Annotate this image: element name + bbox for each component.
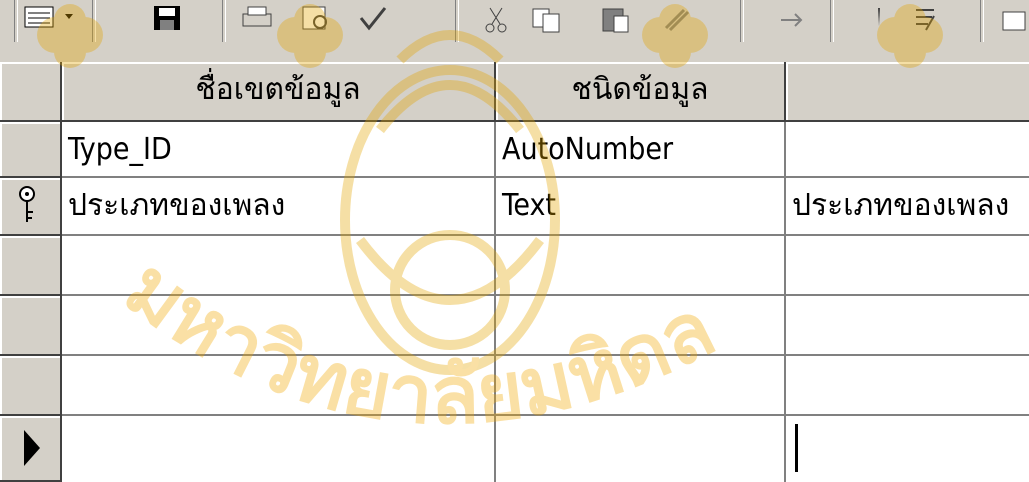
description-cell[interactable] (786, 122, 1029, 178)
row-selector[interactable] (0, 122, 62, 178)
description-cell[interactable]: ประเภทของเพลง (786, 178, 1029, 236)
primary-key-icon[interactable] (862, 4, 896, 38)
header-row: ชื่อเขตข้อมูล ชนิดข้อมูล (0, 62, 1029, 122)
column-header-data-type[interactable]: ชนิดข้อมูล (496, 62, 786, 122)
description-cell[interactable] (786, 236, 1029, 296)
toolbar-separator (14, 0, 18, 42)
table-row (0, 236, 1029, 296)
table-row (0, 416, 1029, 482)
undo-icon[interactable] (775, 4, 809, 38)
table-design-grid: ชื่อเขตข้อมูล ชนิดข้อมูล Type_ID AutoNum… (0, 62, 1029, 482)
cut-icon[interactable] (480, 4, 514, 38)
print-icon[interactable] (240, 4, 274, 38)
description-cell[interactable] (786, 356, 1029, 416)
spelling-icon[interactable] (355, 4, 389, 38)
toolbar-separator (92, 0, 96, 42)
field-name-cell[interactable]: ประเภทของเพลง (62, 178, 496, 236)
field-name-cell[interactable] (62, 416, 496, 482)
save-icon[interactable] (150, 4, 184, 38)
data-type-cell[interactable]: AutoNumber (496, 122, 786, 178)
row-selector[interactable] (0, 296, 62, 356)
column-header-field-name[interactable]: ชื่อเขตข้อมูล (62, 62, 496, 122)
toolbar-separator (740, 0, 744, 42)
current-row-arrow-icon (24, 430, 40, 466)
corner-selector[interactable] (0, 62, 62, 122)
table-row (0, 356, 1029, 416)
data-type-cell[interactable] (496, 236, 786, 296)
data-type-cell[interactable]: Text (496, 178, 786, 236)
table-row: ประเภทของเพลง Text ประเภทของเพลง (0, 178, 1029, 236)
toolbar-separator (830, 0, 834, 42)
field-name-cell[interactable] (62, 356, 496, 416)
indexes-icon[interactable] (910, 4, 944, 38)
toolbar-separator (980, 0, 984, 42)
format-painter-icon[interactable] (660, 4, 694, 38)
row-selector[interactable] (0, 236, 62, 296)
data-type-cell[interactable] (496, 296, 786, 356)
data-type-cell[interactable] (496, 416, 786, 482)
print-preview-icon[interactable] (300, 4, 334, 38)
paste-icon[interactable] (600, 4, 634, 38)
table-row: Type_ID AutoNumber (0, 122, 1029, 178)
row-selector[interactable] (0, 416, 62, 482)
field-name-cell[interactable] (62, 296, 496, 356)
row-selector[interactable] (0, 356, 62, 416)
text-cursor (795, 424, 798, 472)
description-cell[interactable] (786, 416, 1029, 482)
row-selector[interactable] (0, 178, 62, 236)
table-row (0, 296, 1029, 356)
copy-icon[interactable] (530, 4, 564, 38)
toolbar (0, 0, 1029, 63)
view-icon[interactable] (22, 4, 56, 38)
toolbar-separator (455, 0, 459, 42)
description-cell[interactable] (786, 296, 1029, 356)
column-header-description[interactable] (786, 62, 1029, 122)
field-name-cell[interactable]: Type_ID (62, 122, 496, 178)
primary-key-indicator-icon (19, 186, 35, 222)
toolbar-separator (222, 0, 226, 42)
builder-icon[interactable] (995, 4, 1029, 38)
data-type-cell[interactable] (496, 356, 786, 416)
view-dropdown-arrow[interactable] (62, 4, 76, 44)
field-name-cell[interactable] (62, 236, 496, 296)
